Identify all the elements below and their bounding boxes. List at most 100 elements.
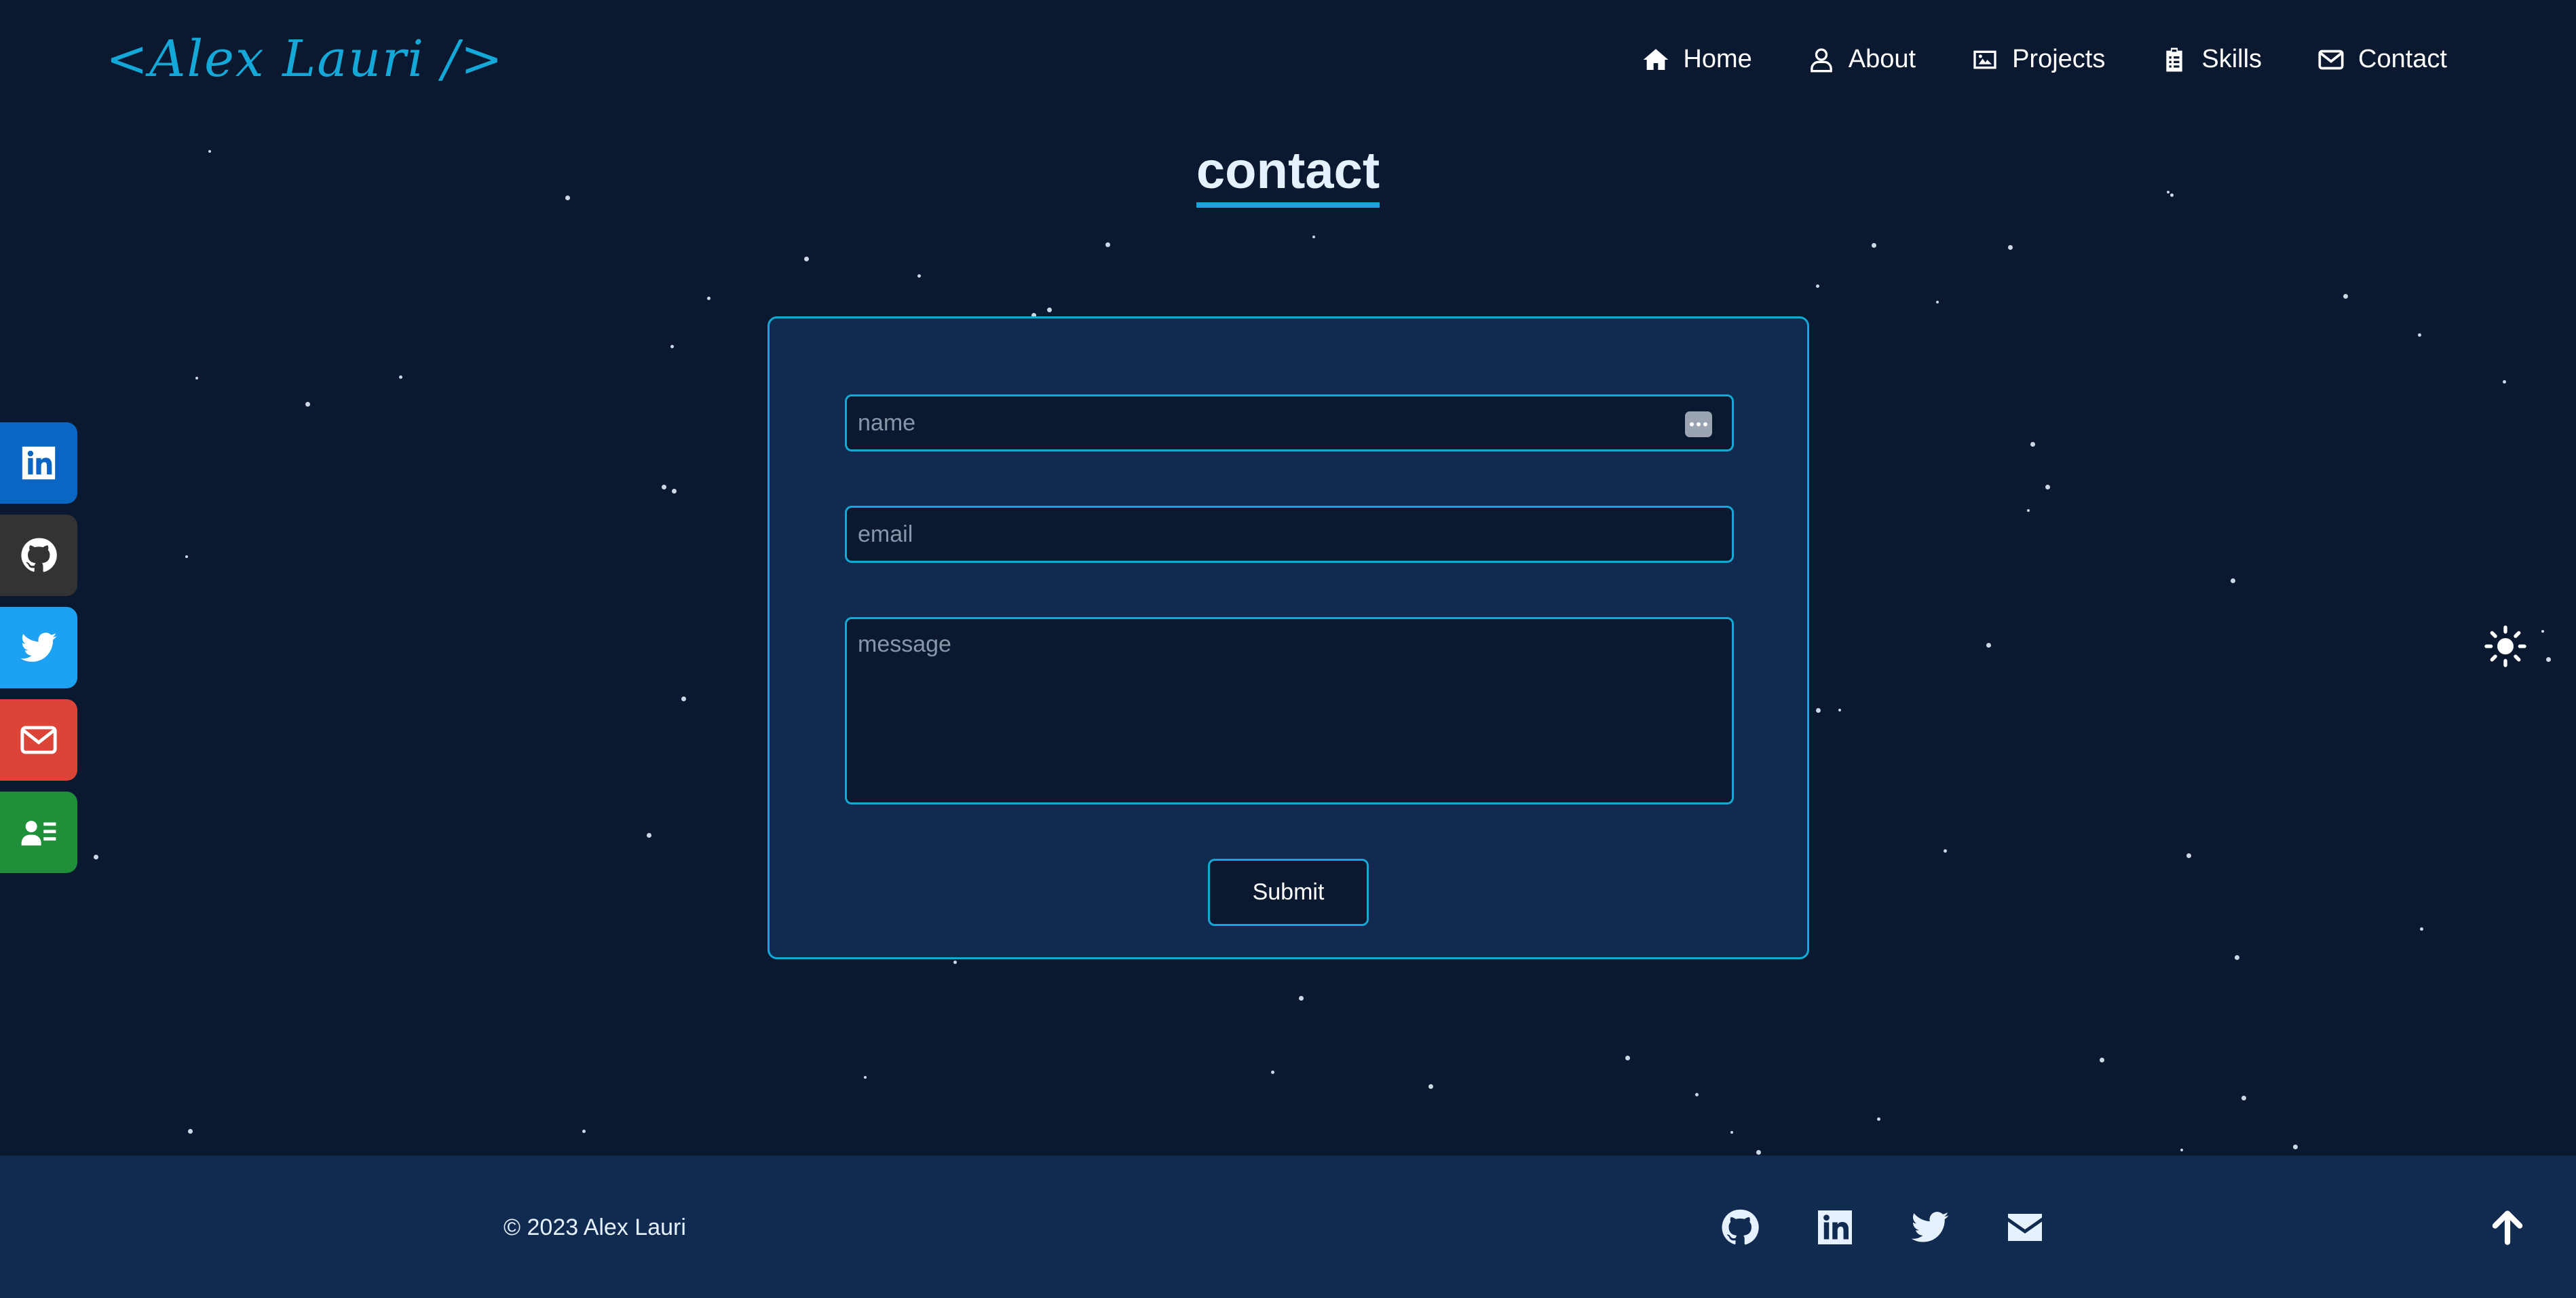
star-dot [1047,308,1052,312]
star-dot [1936,301,1939,303]
email-button[interactable] [0,699,77,781]
social-sidebar [0,422,77,884]
star-dot [1877,1117,1880,1121]
arrow-up-icon [2492,1210,2523,1245]
star-dot [1944,849,1947,853]
footer-linkedin-link[interactable] [1815,1207,1855,1248]
star-dot [305,402,310,407]
envelope-icon [2008,1214,2042,1241]
star-dot [2100,1058,2104,1062]
site-logo[interactable]: <Alex Lauri /> [106,30,504,88]
star-dot [1816,284,1819,288]
star-dot [188,1129,193,1134]
star-dot [1756,1150,1761,1155]
star-dot [1271,1071,1274,1074]
star-dot [1986,643,1991,648]
star-dot [399,375,402,379]
star-dot [2008,245,2013,250]
copyright-text: © 2023 Alex Lauri [504,1214,686,1240]
github-icon [21,538,57,572]
star-dot [662,485,666,489]
envelope-icon [2318,50,2344,69]
twitter-icon [1911,1212,1949,1242]
section-title-wrap: contact [0,141,2576,208]
star-dot [94,855,98,859]
back-to-top-button[interactable] [2488,1207,2527,1248]
star-dot [195,377,198,379]
footer-social-links [1720,1207,2045,1248]
nav-item-label: Contact [2358,45,2447,73]
star-dot [1730,1131,1733,1134]
footer-github-link[interactable] [1720,1207,1760,1248]
linkedin-icon [22,446,56,480]
star-dot [804,257,809,261]
linkedin-button[interactable] [0,422,77,504]
contact-form: Submit [768,316,1809,959]
linkedin-icon [1818,1210,1852,1244]
star-dot [647,833,651,838]
nav-item-contact[interactable]: Contact [2317,45,2447,74]
github-icon [1722,1209,1759,1245]
star-dot [1817,709,1820,712]
nav-item-home[interactable]: Home [1642,45,1752,74]
star-dot [2235,955,2239,960]
star-dot [917,274,921,278]
star-dot [1312,236,1315,238]
id-card-icon [21,821,56,846]
star-dot [2231,578,2235,583]
star-dot [2541,630,2544,633]
star-dot [1838,709,1841,711]
github-button[interactable] [0,515,77,596]
star-dot [707,297,711,300]
footer: © 2023 Alex Lauri [0,1155,2576,1298]
email-input[interactable] [845,506,1734,563]
nav-item-label: Projects [2012,45,2106,73]
nav-item-skills[interactable]: Skills [2161,45,2262,74]
star-dot [681,697,686,701]
resume-button[interactable] [0,792,77,873]
star-dot [2546,657,2551,662]
star-dot [670,345,674,348]
nav-item-projects[interactable]: Projects [1971,45,2105,74]
star-dot [1816,708,1821,713]
star-dot [2418,333,2421,337]
star-dot [1625,1056,1630,1060]
star-dot [2343,294,2348,299]
footer-email-link[interactable] [2005,1207,2045,1248]
footer-twitter-link[interactable] [1910,1207,1950,1248]
star-dot [582,1130,586,1133]
nav-item-about[interactable]: About [1808,45,1916,74]
twitter-icon [20,632,57,662]
theme-toggle-button[interactable] [2484,625,2527,668]
star-dot [2293,1145,2298,1149]
star-dot [864,1076,867,1079]
star-dot [1299,996,1304,1001]
header: <Alex Lauri /> Home About Projects Skill… [0,0,2576,133]
star-dot [1695,1093,1699,1096]
message-textarea[interactable] [845,617,1734,804]
nav-item-label: Home [1683,45,1752,73]
name-input[interactable] [845,394,1734,451]
star-dot [672,489,677,494]
sun-icon [2484,625,2526,667]
submit-button[interactable]: Submit [1208,859,1369,926]
nav-item-label: About [1848,45,1916,73]
envelope-icon [20,726,57,754]
star-dot [953,961,957,964]
page: <Alex Lauri /> Home About Projects Skill… [0,0,2576,1298]
star-dot [1872,243,1876,248]
star-dot [2027,509,2030,512]
star-dot [185,555,188,558]
user-icon [1810,48,1832,72]
twitter-button[interactable] [0,607,77,688]
home-icon [1644,48,1669,70]
nav-item-label: Skills [2201,45,2262,73]
clipboard-icon [2166,48,2183,71]
star-dot [2186,853,2191,858]
star-dot [2180,1149,2183,1151]
page-title: contact [1196,141,1380,208]
star-dot [2503,380,2506,384]
star-dot [2030,442,2035,447]
autofill-more-icon[interactable] [1685,411,1712,437]
main-nav: Home About Projects Skills Contact [1642,45,2447,74]
